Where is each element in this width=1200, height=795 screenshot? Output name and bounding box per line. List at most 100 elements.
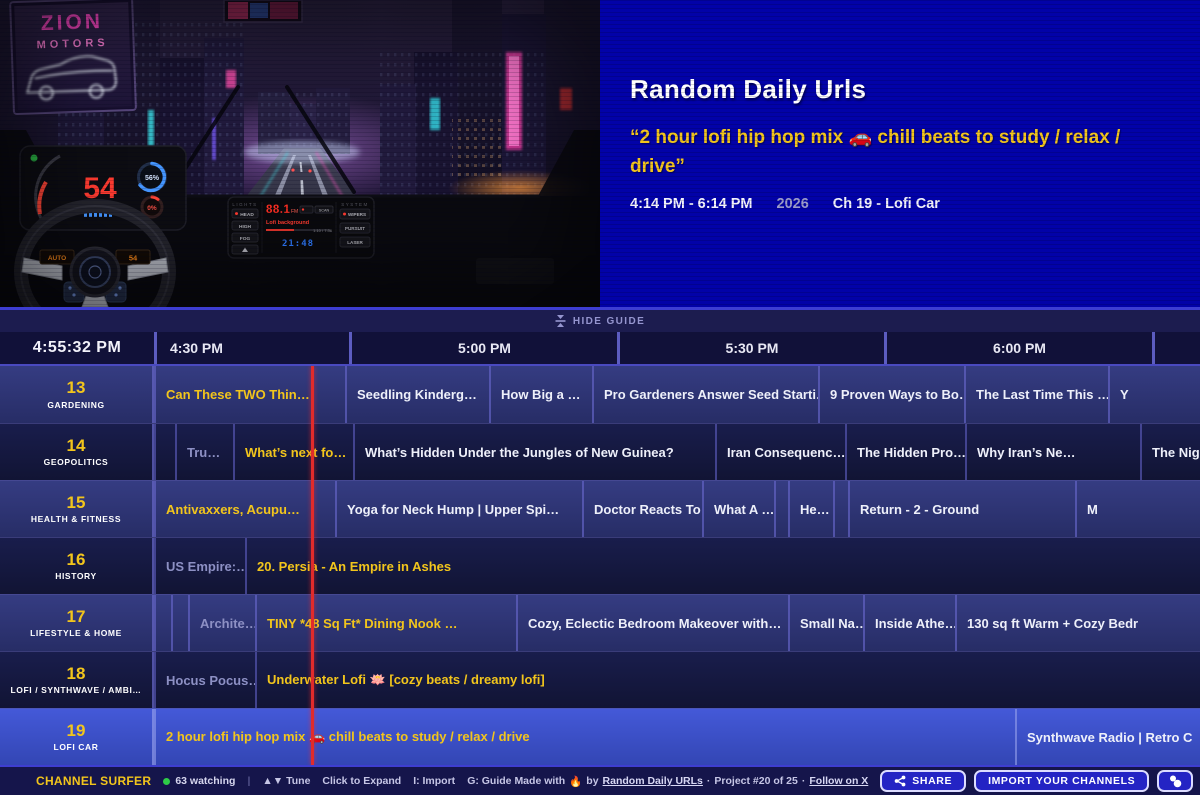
channel-name: LOFI CAR [54, 742, 99, 752]
program-title: Hocus Pocus… [156, 673, 255, 688]
program-cell[interactable]: Can These TWO Thin… [154, 366, 345, 423]
program-cell[interactable]: Synthwave Radio | Retro C [1015, 709, 1200, 765]
program-cell[interactable]: Yoga for Neck Hump | Upper Spi… [335, 481, 582, 537]
program-title: Underwater Lofi 🪷 [cozy beats / dreamy l… [257, 672, 555, 688]
program-cell[interactable]: TINY *48 Sq Ft* Dining Nook … [255, 595, 516, 651]
program-cell[interactable]: US Empire:… [154, 538, 245, 594]
channel-number: 13 [67, 379, 86, 398]
program-cell[interactable]: Y [1108, 366, 1200, 423]
two-dots-icon [1167, 773, 1183, 789]
program-cell[interactable]: Why Iran’s Ne… [965, 424, 1140, 480]
channel-cell[interactable]: 17LIFESTYLE & HOME [0, 595, 154, 651]
program-cell[interactable] [774, 481, 788, 537]
program-title: 2 hour lofi hip hop mix 🚗 chill beats to… [156, 729, 540, 745]
program-cell[interactable]: 20. Persia - An Empire in Ashes [245, 538, 1200, 594]
program-cell[interactable]: Underwater Lofi 🪷 [cozy beats / dreamy l… [255, 652, 1200, 708]
svg-text:LASER: LASER [347, 240, 363, 245]
program-cell[interactable]: Doctor Reacts To… [582, 481, 702, 537]
app-title: CHANNEL SURFER [36, 774, 151, 788]
program-cell[interactable]: Iran Consequenc… [715, 424, 845, 480]
program-cell[interactable] [833, 481, 848, 537]
program-cell[interactable]: What A … [702, 481, 774, 537]
guide-row: Antivaxxers, Acupu… Yoga for Neck Hump | … [0, 480, 1200, 537]
import-channels-button[interactable]: IMPORT YOUR CHANNELS [974, 770, 1149, 792]
program-title: M [1077, 502, 1108, 517]
program-title: TINY *48 Sq Ft* Dining Nook … [257, 616, 467, 631]
program-cell[interactable]: Return - 2 - Ground [848, 481, 1075, 537]
program-title: The Last Time This … [966, 387, 1108, 402]
program-cell[interactable]: 130 sq ft Warm + Cozy Bedr [955, 595, 1200, 651]
program-cell[interactable]: Antivaxxers, Acupu… [154, 481, 335, 537]
guide-row: Hocus Pocus…Underwater Lofi 🪷 [cozy beat… [0, 651, 1200, 708]
svg-text:LIGHTS: LIGHTS [232, 202, 257, 207]
hide-guide-label: HIDE GUIDE [573, 316, 645, 327]
channel-title: Random Daily Urls [630, 74, 1148, 105]
current-time-clock: 4:55:32 PM [0, 332, 154, 364]
watching-count: 63 watching [163, 775, 235, 787]
video-player[interactable]: ZION MOTORS [0, 0, 600, 307]
dots-button[interactable] [1157, 770, 1193, 792]
follow-on-x-link[interactable]: Follow on X [809, 775, 868, 787]
program-cell[interactable]: Cozy, Eclectic Bedroom Makeover with… [516, 595, 788, 651]
collapse-icon [555, 315, 566, 327]
status-bar: CHANNEL SURFER 63 watching | ▲▼ Tune Cli… [0, 765, 1200, 795]
program-cell[interactable] [171, 595, 188, 651]
program-cell[interactable]: Inside Athe… [863, 595, 955, 651]
wheel-display-speed: 54 [129, 254, 138, 263]
channel-name: HISTORY [55, 571, 97, 581]
program-cell[interactable]: Hocus Pocus… [154, 652, 255, 708]
program-title: What A … [704, 502, 774, 517]
program-cell[interactable]: Tru… [175, 424, 233, 480]
program-year: 2026 [777, 196, 809, 212]
program-cell[interactable]: He… [788, 481, 833, 537]
program-cell[interactable]: 2 hour lofi hip hop mix 🚗 chill beats to… [154, 709, 1015, 765]
center-console: LIGHTS HEAD HIGH FOG 88.1 FM SCAN [228, 197, 374, 258]
share-button[interactable]: SHARE [880, 770, 966, 792]
program-cell[interactable]: The Hidden Pro… [845, 424, 965, 480]
channel-cell[interactable]: 19LOFI CAR [0, 709, 154, 765]
program-cell[interactable] [154, 424, 175, 480]
channel-cell[interactable]: 18LOFI / SYNTHWAVE / AMBI… [0, 652, 154, 708]
svg-text:SYSTEM: SYSTEM [341, 202, 369, 207]
program-title: Archite… [190, 616, 255, 631]
program-title: What’s next fo… [235, 445, 353, 460]
svg-text:0%: 0% [147, 205, 157, 212]
program-title: Doctor Reacts To… [584, 502, 702, 517]
channel-cell[interactable]: 13 GARDENING [0, 366, 154, 423]
random-daily-urls-link[interactable]: Random Daily URLs [603, 775, 703, 787]
wheel-display-auto: AUTO [48, 255, 66, 262]
lofi-drive-scene: ZION MOTORS [0, 0, 600, 307]
program-cell[interactable]: The Last Time This … [964, 366, 1108, 423]
channel-name: GARDENING [47, 400, 104, 410]
program-title: Tru… [177, 445, 230, 460]
guide-row: 2 hour lofi hip hop mix 🚗 chill beats to… [0, 708, 1200, 765]
program-title: Inside Athe… [865, 616, 955, 631]
program-cell[interactable]: The Nig [1140, 424, 1200, 480]
program-cell[interactable]: Small Na… [788, 595, 863, 651]
fire-icon: 🔥 [569, 775, 582, 788]
program-title: Small Na… [790, 616, 863, 631]
program-cell[interactable]: What’s next fo… [233, 424, 353, 480]
program-title: Why Iran’s Ne… [967, 445, 1085, 460]
program-cell[interactable]: M [1075, 481, 1200, 537]
channel-cell[interactable]: 15HEALTH & FITNESS [0, 481, 154, 537]
program-lane: Tru… What’s next fo…What’s Hidden Under t… [0, 424, 1200, 480]
program-title: What’s Hidden Under the Jungles of New G… [355, 445, 684, 460]
svg-text:PURSUIT: PURSUIT [345, 226, 365, 231]
program-cell[interactable]: Archite… [188, 595, 255, 651]
program-title: Antivaxxers, Acupu… [156, 502, 310, 517]
channel-cell[interactable]: 14GEOPOLITICS [0, 424, 154, 480]
channel-name: LIFESTYLE & HOME [30, 628, 122, 638]
time-header: 4:55:32 PM 4:30 PM5:00 PM5:30 PM6:00 PM [0, 332, 1200, 366]
channel-cell[interactable]: 16HISTORY [0, 538, 154, 594]
hide-guide-bar[interactable]: HIDE GUIDE [0, 307, 1200, 332]
program-cell[interactable]: Seedling Kinderg… [345, 366, 489, 423]
program-cell[interactable]: What’s Hidden Under the Jungles of New G… [353, 424, 715, 480]
program-cell[interactable]: 9 Proven Ways to Bo… [818, 366, 964, 423]
up-down-arrows-icon: ▲▼ [262, 775, 283, 787]
channel-number: 15 [67, 494, 86, 513]
expand-hint[interactable]: Click to Expand [322, 775, 401, 787]
program-cell[interactable]: How Big a … [489, 366, 592, 423]
program-cell[interactable]: Pro Gardeners Answer Seed Starti… [592, 366, 818, 423]
program-cell[interactable] [154, 595, 171, 651]
